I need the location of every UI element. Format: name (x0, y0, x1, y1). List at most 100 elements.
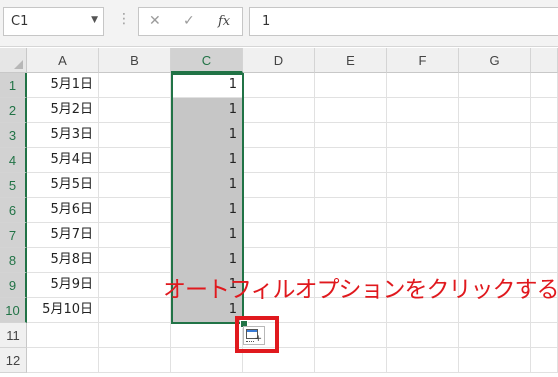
column-header-g[interactable]: G (459, 48, 531, 73)
cell-d4[interactable] (243, 148, 315, 173)
cell-b12[interactable] (99, 348, 171, 373)
cell-g6[interactable] (459, 198, 531, 223)
insert-function-icon[interactable]: fx (218, 14, 230, 29)
cell-c5[interactable]: 1 (171, 173, 243, 198)
cell-h1[interactable] (531, 73, 558, 98)
row-header-7[interactable]: 7 (0, 223, 27, 248)
cell-f6[interactable] (387, 198, 459, 223)
cell-a12[interactable] (27, 348, 99, 373)
cell-f4[interactable] (387, 148, 459, 173)
column-header-d[interactable]: D (243, 48, 315, 73)
cell-a7[interactable]: 5月7日 (27, 223, 99, 248)
row-header-3[interactable]: 3 (0, 123, 27, 148)
cell-c3[interactable]: 1 (171, 123, 243, 148)
row-header-5[interactable]: 5 (0, 173, 27, 198)
row-header-4[interactable]: 4 (0, 148, 27, 173)
cell-e5[interactable] (315, 173, 387, 198)
cell-d6[interactable] (243, 198, 315, 223)
cell-f1[interactable] (387, 73, 459, 98)
cell-g1[interactable] (459, 73, 531, 98)
cell-e12[interactable] (315, 348, 387, 373)
cell-a3[interactable]: 5月3日 (27, 123, 99, 148)
cell-h6[interactable] (531, 198, 558, 223)
cell-c1[interactable]: 1 (171, 73, 243, 98)
cell-h7[interactable] (531, 223, 558, 248)
cell-a2[interactable]: 5月2日 (27, 98, 99, 123)
cell-f5[interactable] (387, 173, 459, 198)
column-header-f[interactable]: F (387, 48, 459, 73)
cell-f2[interactable] (387, 98, 459, 123)
cell-h12[interactable] (531, 348, 558, 373)
cell-c6[interactable]: 1 (171, 198, 243, 223)
cell-e11[interactable] (315, 323, 387, 348)
column-header-overflow[interactable] (531, 48, 558, 73)
cell-a9[interactable]: 5月9日 (27, 273, 99, 298)
cell-b7[interactable] (99, 223, 171, 248)
column-header-c[interactable]: C (171, 48, 243, 73)
chevron-down-icon[interactable]: ▼ (91, 15, 98, 25)
cell-e3[interactable] (315, 123, 387, 148)
cell-b9[interactable] (99, 273, 171, 298)
cell-b8[interactable] (99, 248, 171, 273)
cell-a6[interactable]: 5月6日 (27, 198, 99, 223)
cell-d2[interactable] (243, 98, 315, 123)
cell-h3[interactable] (531, 123, 558, 148)
cell-h5[interactable] (531, 173, 558, 198)
cell-a10[interactable]: 5月10日 (27, 298, 99, 323)
cell-e1[interactable] (315, 73, 387, 98)
cell-b10[interactable] (99, 298, 171, 323)
cell-c2[interactable]: 1 (171, 98, 243, 123)
cell-f7[interactable] (387, 223, 459, 248)
cell-a8[interactable]: 5月8日 (27, 248, 99, 273)
cell-b4[interactable] (99, 148, 171, 173)
cell-f11[interactable] (387, 323, 459, 348)
cell-a1[interactable]: 5月1日 (27, 73, 99, 98)
cell-e6[interactable] (315, 198, 387, 223)
select-all-button[interactable] (0, 48, 27, 73)
cell-h4[interactable] (531, 148, 558, 173)
autofill-options-button[interactable]: + (243, 326, 265, 345)
row-header-11[interactable]: 11 (0, 323, 27, 348)
cancel-icon[interactable]: ✕ (149, 13, 161, 29)
cell-d5[interactable] (243, 173, 315, 198)
cell-g2[interactable] (459, 98, 531, 123)
cell-b5[interactable] (99, 173, 171, 198)
column-header-e[interactable]: E (315, 48, 387, 73)
cell-d12[interactable] (243, 348, 315, 373)
cell-d1[interactable] (243, 73, 315, 98)
cell-a4[interactable]: 5月4日 (27, 148, 99, 173)
cell-g3[interactable] (459, 123, 531, 148)
cell-c12[interactable] (171, 348, 243, 373)
row-header-10[interactable]: 10 (0, 298, 27, 323)
cell-h2[interactable] (531, 98, 558, 123)
cell-c11[interactable] (171, 323, 243, 348)
cell-b6[interactable] (99, 198, 171, 223)
cell-g12[interactable] (459, 348, 531, 373)
row-header-1[interactable]: 1 (0, 73, 27, 98)
cell-g5[interactable] (459, 173, 531, 198)
cell-f3[interactable] (387, 123, 459, 148)
cell-a11[interactable] (27, 323, 99, 348)
row-header-8[interactable]: 8 (0, 248, 27, 273)
name-box[interactable]: C1 ▼ (3, 7, 104, 36)
row-header-9[interactable]: 9 (0, 273, 27, 298)
drag-handle-icon[interactable]: ⋮ (117, 12, 131, 26)
cell-a5[interactable]: 5月5日 (27, 173, 99, 198)
cell-e7[interactable] (315, 223, 387, 248)
cell-d7[interactable] (243, 223, 315, 248)
cell-b3[interactable] (99, 123, 171, 148)
row-header-12[interactable]: 12 (0, 348, 27, 373)
cell-e2[interactable] (315, 98, 387, 123)
cell-f12[interactable] (387, 348, 459, 373)
column-header-a[interactable]: A (27, 48, 99, 73)
cell-b2[interactable] (99, 98, 171, 123)
cell-g4[interactable] (459, 148, 531, 173)
enter-icon[interactable]: ✓ (183, 13, 195, 29)
cell-g7[interactable] (459, 223, 531, 248)
cell-e4[interactable] (315, 148, 387, 173)
cell-c4[interactable]: 1 (171, 148, 243, 173)
cell-g11[interactable] (459, 323, 531, 348)
cell-b1[interactable] (99, 73, 171, 98)
formula-input[interactable]: 1 (249, 7, 558, 36)
cell-h11[interactable] (531, 323, 558, 348)
